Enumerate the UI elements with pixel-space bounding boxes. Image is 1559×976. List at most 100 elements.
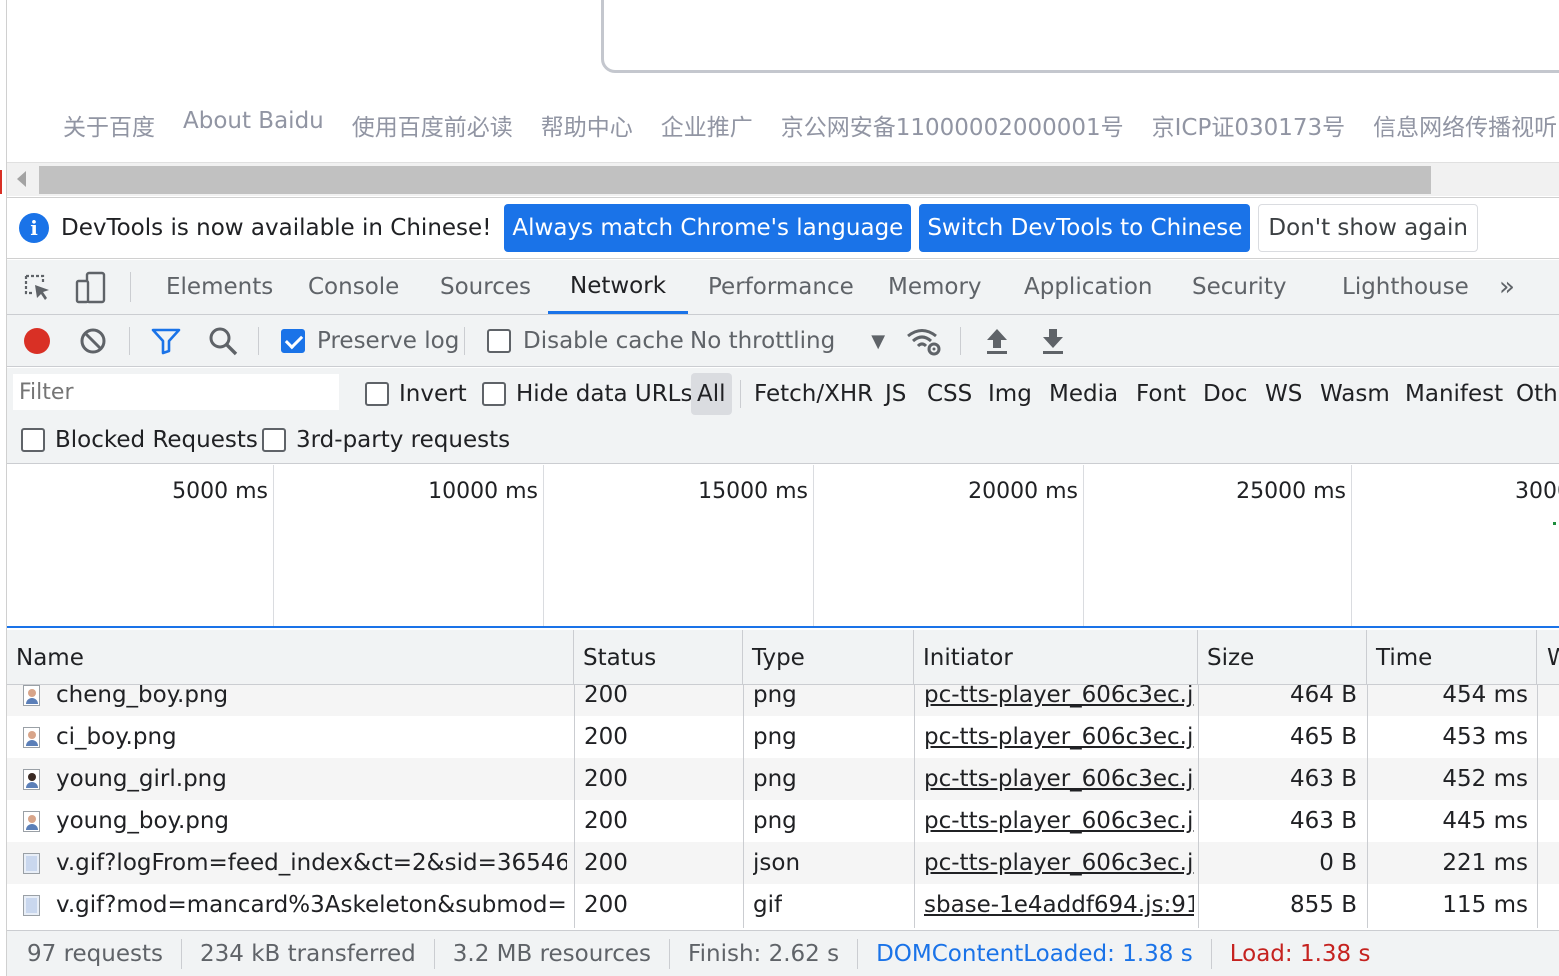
type-filter-doc[interactable]: Doc (1203, 374, 1247, 414)
request-initiator-link[interactable]: pc-tts-player_606c3ec.j... (924, 842, 1194, 884)
disable-cache-check[interactable] (487, 329, 511, 353)
column-name[interactable]: Name (7, 630, 574, 685)
blocked-requests-check[interactable] (21, 428, 45, 452)
toolbar-separator (258, 327, 259, 355)
table-row[interactable]: v.gif?mod=mancard%3Askeleton&submod=p...… (7, 884, 1559, 926)
requests-table-body: cheng_boy.png 200 png pc-tts-player_606c… (7, 685, 1559, 928)
tab-security[interactable]: Security (1192, 260, 1286, 314)
request-initiator-link[interactable]: pc-tts-player_606c3ec.j... (924, 758, 1194, 800)
column-time[interactable]: Time (1367, 630, 1537, 685)
type-filter-css[interactable]: CSS (927, 374, 972, 414)
network-overview[interactable]: 5000 ms 10000 ms 15000 ms 20000 ms 25000… (7, 465, 1559, 628)
load-time: Load: 1.38 s (1229, 940, 1371, 967)
request-name-cell[interactable]: young_boy.png (7, 800, 567, 842)
horizontal-scrollbar[interactable] (7, 162, 1559, 196)
type-filter-all[interactable]: All (691, 373, 732, 415)
image-file-icon (23, 810, 40, 832)
tab-network[interactable]: Network (548, 260, 689, 314)
record-button[interactable] (22, 315, 52, 367)
request-initiator-link[interactable]: pc-tts-player_606c3ec.j... (924, 685, 1194, 716)
request-name-cell[interactable]: cheng_boy.png (7, 685, 567, 716)
export-har-button[interactable] (1040, 315, 1066, 367)
filter-input[interactable] (13, 374, 339, 410)
search-button[interactable] (208, 315, 238, 367)
gif-file-icon (23, 894, 40, 916)
tab-console[interactable]: Console (308, 260, 399, 314)
type-filter-ws[interactable]: WS (1265, 374, 1302, 414)
preserve-log-check[interactable] (281, 329, 305, 353)
wifi-settings-icon (907, 329, 941, 356)
request-initiator-link[interactable]: pc-tts-player_606c3ec.j... (924, 800, 1194, 842)
type-filter-font[interactable]: Font (1136, 374, 1186, 414)
column-status[interactable]: Status (574, 630, 743, 685)
filter-toggle-button[interactable] (151, 315, 181, 367)
type-filter-fetch-xhr[interactable]: Fetch/XHR (754, 374, 873, 414)
preserve-log-checkbox[interactable]: Preserve log (281, 315, 459, 367)
request-initiator-link[interactable]: sbase-1e4addf694.js:91 (924, 884, 1194, 926)
footer-link[interactable]: 企业推广 (661, 108, 753, 142)
column-initiator[interactable]: Initiator (914, 630, 1198, 685)
tab-application[interactable]: Application (1024, 260, 1153, 314)
third-party-check[interactable] (262, 428, 286, 452)
type-filter-other[interactable]: Other (1516, 374, 1559, 414)
table-row[interactable]: young_boy.png 200 png pc-tts-player_606c… (7, 800, 1559, 842)
search-box[interactable] (601, 0, 1559, 73)
request-name-cell[interactable]: v.gif?logFrom=feed_index&ct=2&sid=36546_… (7, 842, 567, 884)
network-conditions-button[interactable] (905, 315, 943, 367)
request-size: 463 B (1290, 766, 1357, 792)
network-summary-bar: 97 requests 234 kB transferred 3.2 MB re… (7, 930, 1559, 976)
table-row[interactable]: v.gif?logFrom=feed_index&ct=2&sid=36546_… (7, 842, 1559, 884)
requests-table-header: Name Status Type Initiator Size Time W (7, 630, 1559, 685)
type-filter-wasm[interactable]: Wasm (1320, 374, 1390, 414)
table-row[interactable]: ci_boy.png 200 png pc-tts-player_606c3ec… (7, 716, 1559, 758)
type-filter-js[interactable]: JS (885, 374, 906, 414)
switch-to-chinese-button[interactable]: Switch DevTools to Chinese (919, 204, 1251, 252)
dont-show-again-button[interactable]: Don't show again (1258, 204, 1478, 252)
footer-link[interactable]: About Baidu (183, 108, 324, 142)
invert-check[interactable] (365, 382, 389, 406)
always-match-language-button[interactable]: Always match Chrome's language (504, 204, 912, 252)
type-filter-manifest[interactable]: Manifest (1405, 374, 1503, 414)
request-size: 855 B (1290, 892, 1357, 918)
column-size[interactable]: Size (1198, 630, 1367, 685)
filter-bar: Invert Hide data URLs All Fetch/XHR JS C… (7, 368, 1559, 464)
inspect-element-icon[interactable] (23, 273, 53, 303)
footer-link[interactable]: 关于百度 (63, 108, 155, 142)
more-tabs-chevron-icon[interactable]: » (1499, 260, 1515, 314)
import-har-button[interactable] (984, 315, 1010, 367)
column-waterfall[interactable]: W (1537, 630, 1559, 685)
tab-lighthouse[interactable]: Lighthouse (1342, 260, 1469, 314)
blocked-requests-checkbox[interactable]: Blocked Requests (21, 420, 258, 460)
request-initiator-link[interactable]: pc-tts-player_606c3ec.j... (924, 716, 1194, 758)
tab-memory[interactable]: Memory (888, 260, 982, 314)
footer-link[interactable]: 信息网络传播视听 (1373, 108, 1557, 142)
hide-data-urls-check[interactable] (482, 382, 506, 406)
clear-button[interactable] (79, 315, 107, 367)
footer-link[interactable]: 京ICP证030173号 (1152, 108, 1346, 142)
type-filter-img[interactable]: Img (988, 374, 1032, 414)
tab-sources[interactable]: Sources (440, 260, 531, 314)
footer-link[interactable]: 使用百度前必读 (352, 108, 513, 142)
image-file-icon (23, 685, 40, 706)
request-name: young_girl.png (56, 766, 227, 792)
table-row[interactable]: cheng_boy.png 200 png pc-tts-player_606c… (7, 685, 1559, 716)
scrollbar-thumb[interactable] (39, 166, 1431, 194)
scroll-left-arrow-icon[interactable] (17, 171, 26, 187)
request-name-cell[interactable]: ci_boy.png (7, 716, 567, 758)
request-name-cell[interactable]: young_girl.png (7, 758, 567, 800)
request-name-cell[interactable]: v.gif?mod=mancard%3Askeleton&submod=p... (7, 884, 567, 926)
third-party-checkbox[interactable]: 3rd-party requests (262, 420, 510, 460)
tick-label: 25000 ms (1236, 479, 1346, 504)
tab-elements[interactable]: Elements (166, 260, 273, 314)
tab-performance[interactable]: Performance (708, 260, 854, 314)
footer-link[interactable]: 帮助中心 (541, 108, 633, 142)
column-type[interactable]: Type (743, 630, 914, 685)
invert-checkbox[interactable]: Invert (365, 374, 467, 414)
disable-cache-checkbox[interactable]: Disable cache (487, 315, 684, 367)
type-filter-media[interactable]: Media (1049, 374, 1118, 414)
hide-data-urls-checkbox[interactable]: Hide data URLs (482, 374, 692, 414)
footer-link[interactable]: 京公网安备11000002000001号 (781, 108, 1124, 142)
table-row[interactable]: young_girl.png 200 png pc-tts-player_606… (7, 758, 1559, 800)
throttling-select[interactable]: No throttling ▼ (690, 315, 885, 367)
device-toolbar-icon[interactable] (75, 271, 107, 305)
